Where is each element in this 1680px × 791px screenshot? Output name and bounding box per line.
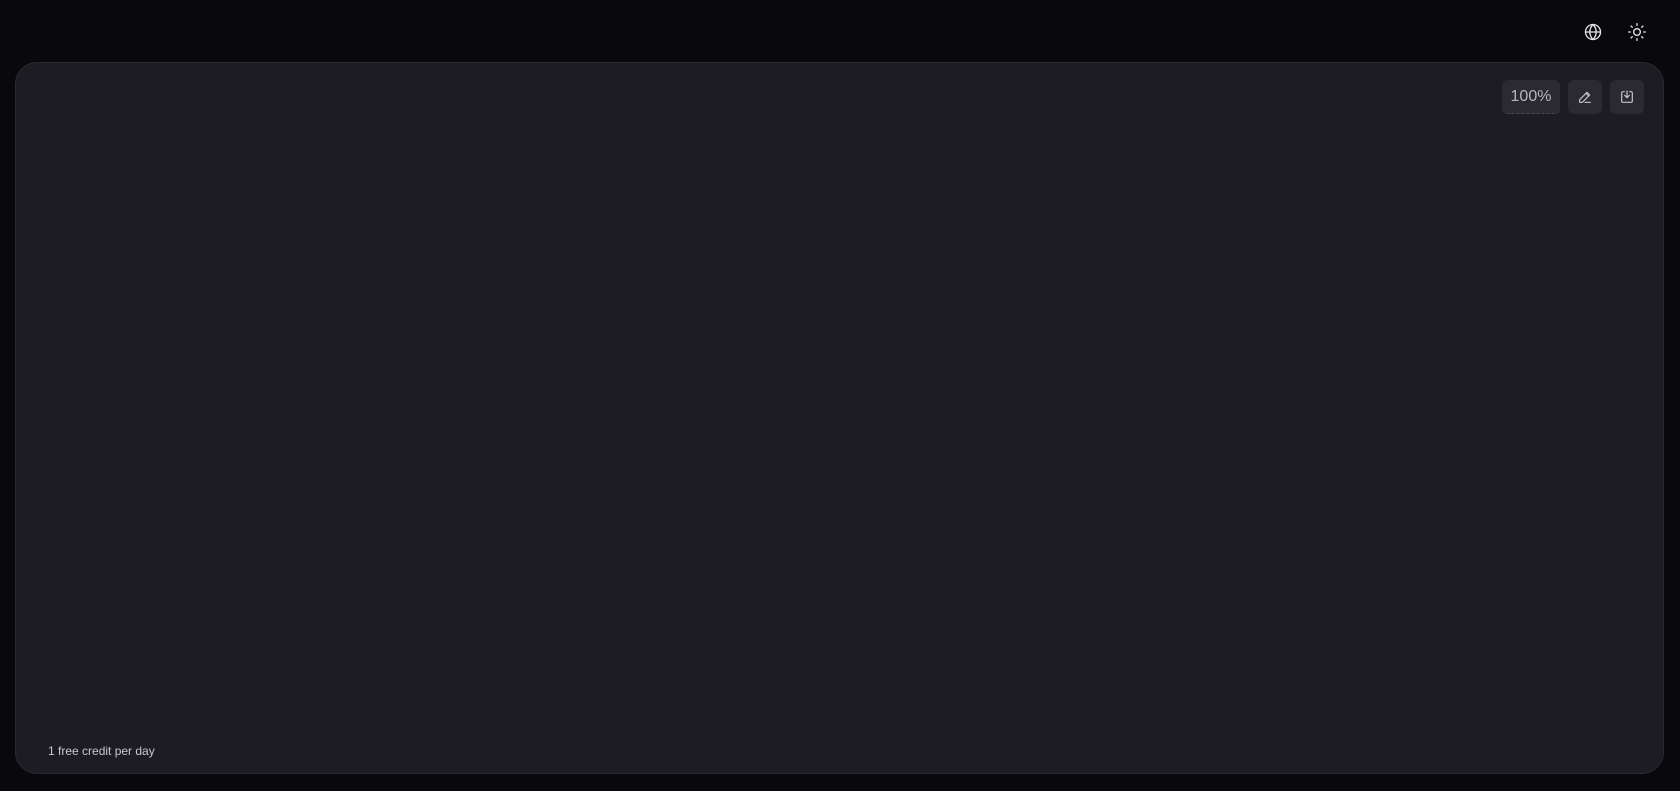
zoom-button[interactable]: 100% bbox=[1502, 80, 1560, 114]
download-icon bbox=[1621, 90, 1633, 103]
pencil-icon bbox=[1579, 91, 1591, 103]
canvas-panel[interactable]: 100% 1 free credit per day bbox=[15, 62, 1664, 774]
zoom-label: 100% bbox=[1510, 87, 1552, 105]
credit-note: 1 free credit per day bbox=[48, 744, 155, 758]
language-button[interactable] bbox=[1579, 18, 1607, 46]
edit-button[interactable] bbox=[1568, 80, 1602, 114]
top-bar bbox=[0, 0, 1680, 62]
panel-toolbar: 100% bbox=[1502, 80, 1644, 114]
download-button[interactable] bbox=[1610, 80, 1644, 114]
theme-toggle-button[interactable] bbox=[1623, 18, 1651, 46]
sun-icon bbox=[1628, 23, 1646, 41]
globe-icon bbox=[1584, 23, 1602, 41]
